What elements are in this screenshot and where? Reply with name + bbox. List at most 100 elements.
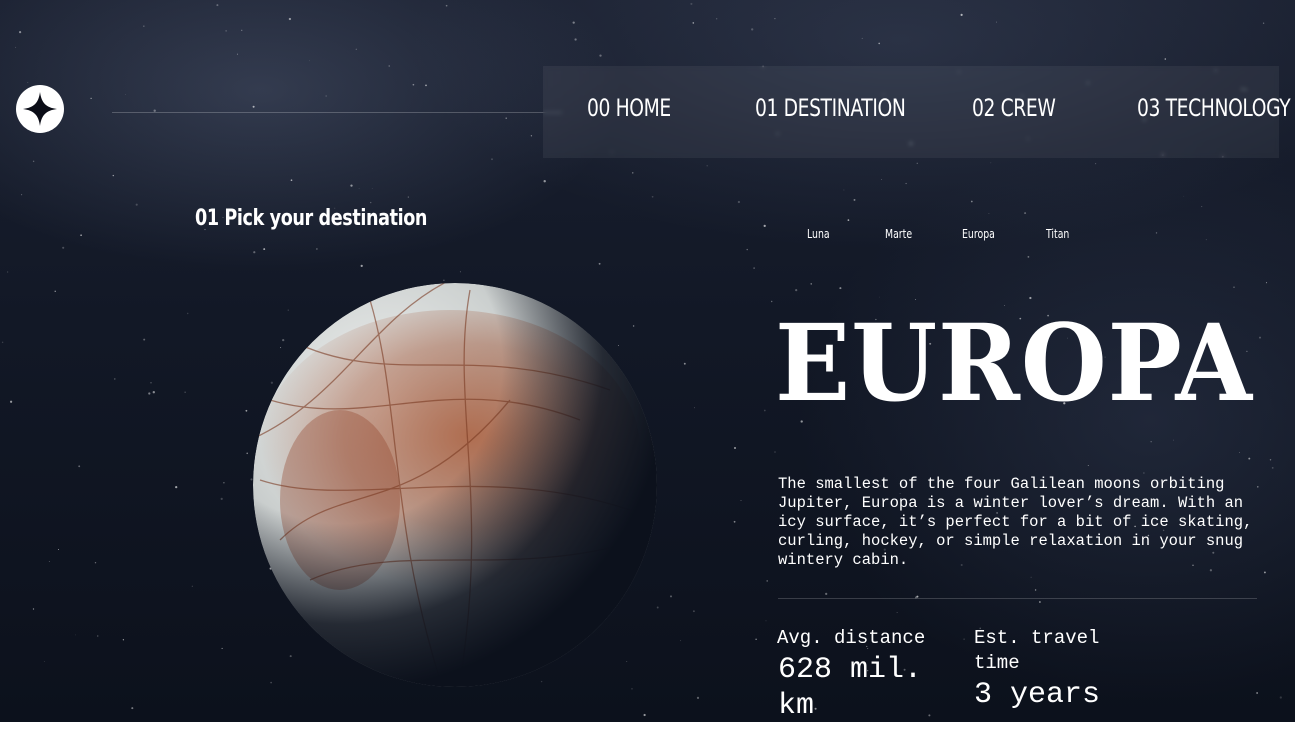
star (669, 595, 673, 598)
star (152, 391, 155, 394)
star (43, 661, 45, 662)
star (847, 219, 850, 221)
tab-luna[interactable]: Luna (807, 227, 830, 241)
star (651, 195, 654, 198)
star (505, 117, 507, 119)
star (358, 188, 360, 189)
star (753, 267, 755, 269)
star (220, 497, 223, 501)
star (878, 42, 881, 45)
star (763, 409, 766, 412)
primary-navigation: 00 HOME 01 DESTINATION 02 CREW 03 TECHNO… (543, 66, 1291, 158)
star (253, 251, 256, 254)
star (288, 17, 292, 21)
destination-description: The smallest of the four Galilean moons … (778, 475, 1253, 569)
star (221, 647, 223, 649)
star (1233, 286, 1235, 288)
star (598, 262, 601, 265)
star (143, 25, 145, 27)
star (810, 283, 812, 285)
star (186, 312, 189, 315)
star (1269, 459, 1272, 461)
star (1205, 239, 1207, 241)
star (236, 53, 239, 55)
star (6, 271, 9, 273)
star (1027, 256, 1030, 258)
star (1030, 576, 1032, 578)
star (148, 392, 151, 395)
star (825, 592, 828, 596)
star (960, 13, 963, 16)
star (1164, 58, 1167, 60)
star (1095, 163, 1097, 165)
star (680, 640, 682, 642)
star (574, 38, 577, 41)
star (48, 561, 50, 562)
star (572, 21, 575, 24)
star (843, 189, 845, 191)
star (1029, 296, 1032, 300)
star (21, 194, 23, 196)
tab-titan[interactable]: Titan (1046, 227, 1069, 241)
star (124, 94, 126, 95)
four-point-star-icon (23, 92, 57, 126)
star (1183, 195, 1185, 197)
star (861, 37, 863, 39)
star (94, 562, 97, 564)
star (1143, 472, 1145, 474)
star (1256, 692, 1258, 694)
star (643, 713, 646, 717)
star (32, 608, 35, 610)
star (543, 180, 546, 183)
star (131, 707, 134, 710)
star (916, 162, 918, 164)
star (241, 29, 243, 31)
star (19, 30, 22, 34)
travel-time-label: Est. travel time (974, 627, 1100, 674)
star (75, 634, 77, 636)
star (1259, 336, 1261, 339)
star (143, 338, 146, 341)
tab-marte[interactable]: Marte (885, 227, 912, 241)
star (97, 635, 99, 637)
star (371, 188, 373, 189)
star (632, 172, 634, 174)
stats-divider (778, 598, 1257, 599)
europa-moon-image (253, 283, 657, 687)
star (325, 95, 328, 97)
page-subheading: 01 Pick your destination (195, 206, 428, 231)
star (734, 447, 736, 449)
star (694, 407, 695, 409)
star (696, 696, 700, 700)
star (1263, 571, 1266, 574)
star (751, 28, 754, 31)
nav-item-destination[interactable]: 01 DESTINATION (755, 94, 906, 122)
star (853, 198, 856, 201)
star (1279, 696, 1282, 699)
destination-title: EUROPA (775, 300, 1253, 425)
star (692, 22, 695, 24)
star (445, 4, 448, 7)
star (755, 638, 757, 640)
star (716, 18, 718, 20)
page-background: 00 HOME 01 DESTINATION 02 CREW 03 TECHNO… (0, 0, 1295, 722)
nav-item-crew[interactable]: 02 CREW (972, 94, 1056, 122)
nav-item-technology[interactable]: 03 TECHNOLOGY (1137, 94, 1291, 122)
tab-europa[interactable]: Europa (962, 227, 995, 241)
star (223, 482, 225, 484)
logo[interactable] (16, 85, 64, 133)
star (1248, 457, 1251, 460)
star (988, 213, 990, 215)
star (62, 246, 65, 249)
star (692, 610, 695, 613)
star (78, 465, 81, 468)
star (970, 200, 973, 203)
star (1155, 232, 1158, 234)
star (1039, 601, 1041, 603)
star (360, 264, 363, 268)
star (995, 21, 997, 23)
star (740, 500, 742, 501)
star (459, 271, 461, 273)
nav-item-home[interactable]: 00 HOME (587, 94, 671, 122)
star (1271, 467, 1274, 469)
